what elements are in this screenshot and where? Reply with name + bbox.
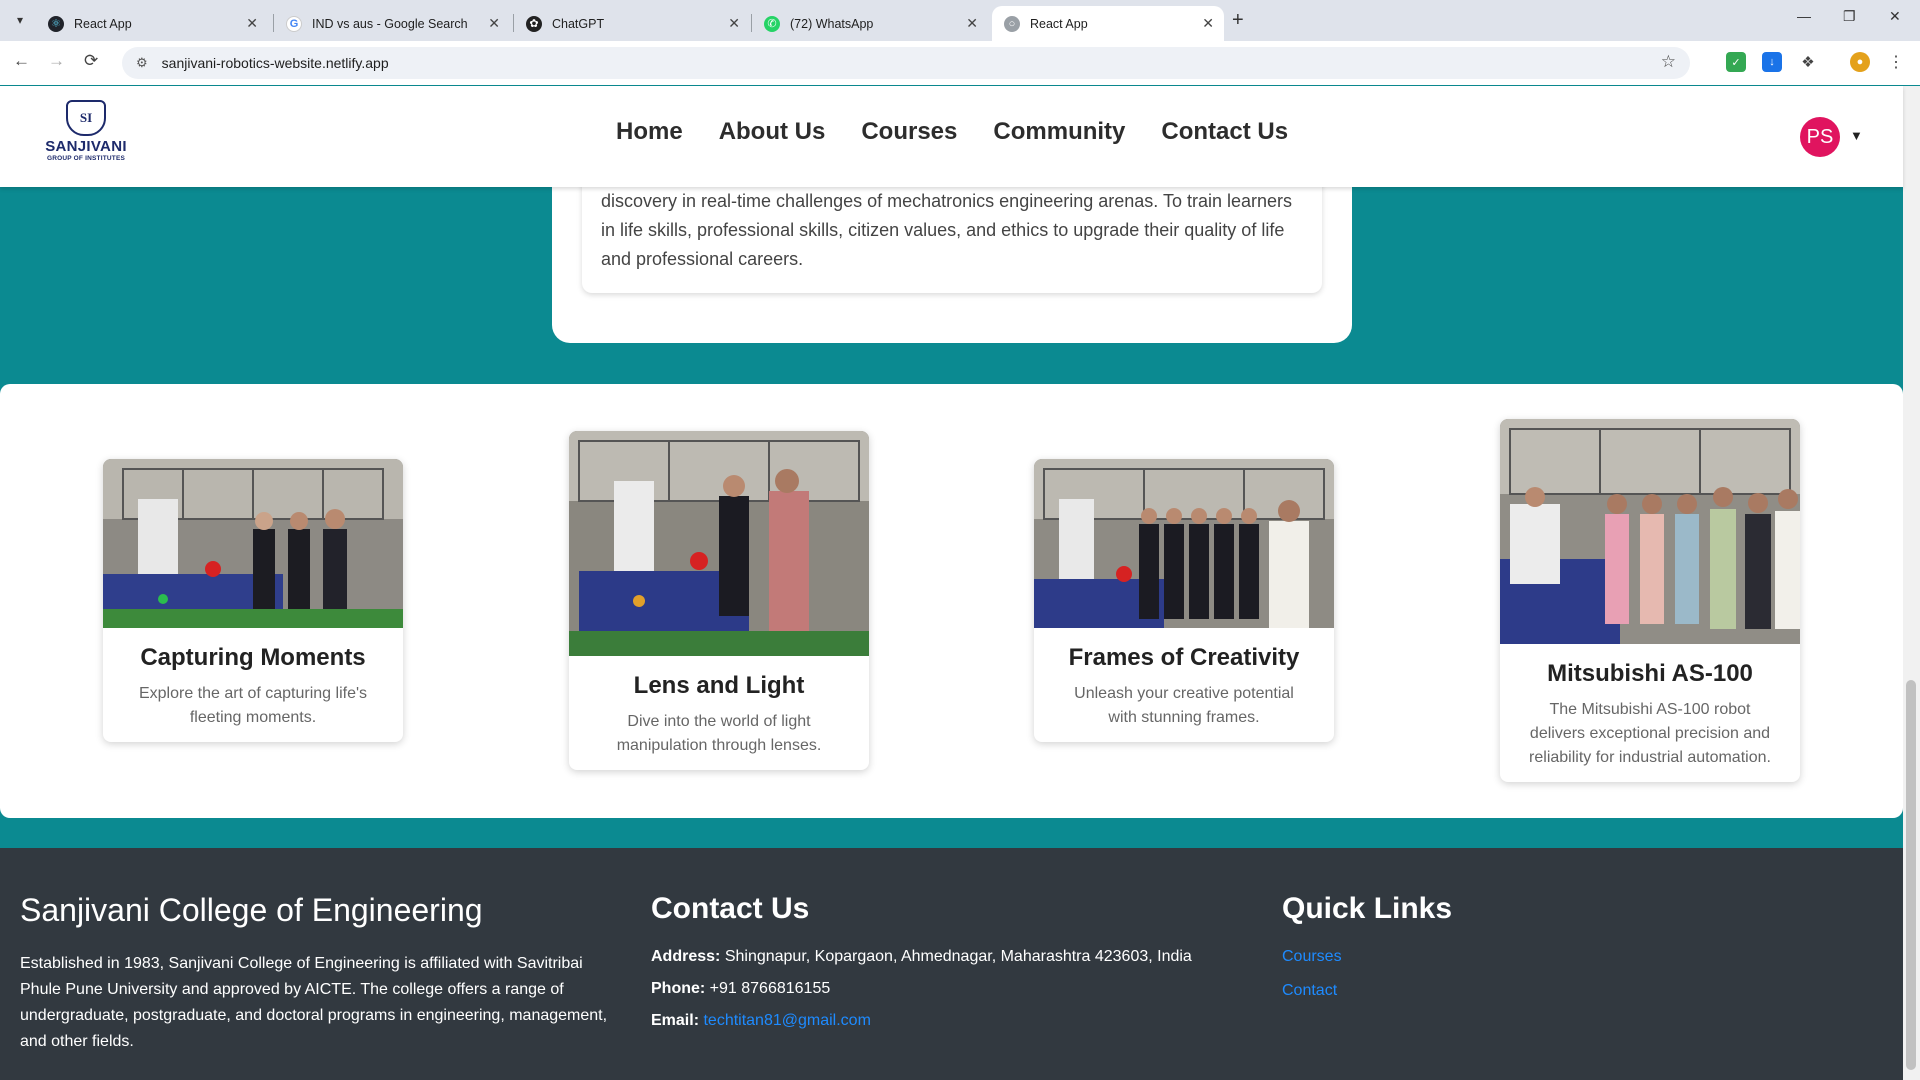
nav-courses[interactable]: Courses bbox=[861, 118, 957, 146]
close-icon[interactable]: ✕ bbox=[488, 15, 500, 32]
close-icon[interactable]: ✕ bbox=[246, 15, 258, 32]
url-text: sanjivani-robotics-website.netlify.app bbox=[161, 55, 389, 71]
browser-tab-active[interactable]: ○ React App ✕ bbox=[992, 6, 1224, 41]
gallery-card[interactable]: Lens and Light Dive into the world of li… bbox=[569, 431, 869, 770]
scrollbar-thumb[interactable] bbox=[1906, 680, 1916, 1070]
gallery-card[interactable]: Mitsubishi AS-100 The Mitsubishi AS-100 … bbox=[1500, 419, 1800, 782]
email-link[interactable]: techtitan81@gmail.com bbox=[703, 1012, 870, 1029]
minimize-button[interactable]: — bbox=[1797, 8, 1811, 24]
menu-kebab-icon[interactable]: ⋮ bbox=[1886, 52, 1906, 72]
address-bar[interactable]: ⚙ sanjivani-robotics-website.netlify.app… bbox=[122, 47, 1690, 79]
footer-about: Sanjivani College of Engineering Establi… bbox=[20, 892, 610, 1055]
card-title: Lens and Light bbox=[633, 672, 805, 699]
browser-tab[interactable]: G IND vs aus - Google Search ✕ bbox=[274, 6, 510, 41]
bookmark-star-icon[interactable]: ☆ bbox=[1661, 52, 1676, 72]
forward-button[interactable]: → bbox=[48, 51, 65, 71]
gallery-photo bbox=[103, 459, 403, 628]
gallery-card[interactable]: Capturing Moments Explore the art of cap… bbox=[103, 459, 403, 742]
nav-links: Home About Us Courses Community Contact … bbox=[616, 118, 1288, 146]
card-title: Mitsubishi AS-100 bbox=[1547, 660, 1753, 687]
browser-tab[interactable]: ✿ ChatGPT ✕ bbox=[514, 6, 750, 41]
gallery-photo bbox=[1034, 459, 1334, 628]
browser-tab-strip: ▾ ⚛ React App ✕ G IND vs aus - Google Se… bbox=[0, 0, 1920, 41]
footer-quick-links-title: Quick Links bbox=[1282, 892, 1453, 925]
sanjivani-logo[interactable]: SI SANJIVANI GROUP OF INSTITUTES bbox=[38, 100, 134, 170]
nav-home[interactable]: Home bbox=[616, 118, 683, 146]
footer-quick-links: Quick Links Courses Contact bbox=[1282, 892, 1452, 1000]
card-title: Capturing Moments bbox=[140, 644, 366, 671]
browser-tab[interactable]: ✆ (72) WhatsApp ✕ bbox=[752, 6, 988, 41]
mission-card: discovery in real-time challenges of mec… bbox=[552, 160, 1352, 343]
site-info-icon[interactable]: ⚙ bbox=[136, 55, 148, 71]
download-extension-icon[interactable]: ↓ bbox=[1762, 52, 1782, 72]
tab-title: React App bbox=[74, 16, 132, 31]
mission-text: discovery in real-time challenges of mec… bbox=[601, 191, 1293, 269]
react-icon: ⚛ bbox=[48, 15, 64, 32]
profile-icon[interactable]: ● bbox=[1850, 52, 1870, 72]
nav-community[interactable]: Community bbox=[993, 118, 1125, 146]
tab-title: (72) WhatsApp bbox=[790, 16, 874, 31]
footer-college-title: Sanjivani College of Engineering bbox=[20, 892, 483, 928]
whatsapp-icon: ✆ bbox=[764, 15, 780, 32]
user-avatar[interactable]: PS bbox=[1800, 117, 1840, 157]
google-icon: G bbox=[286, 15, 302, 32]
tab-title: React App bbox=[1030, 16, 1088, 31]
tab-title: IND vs aus - Google Search bbox=[312, 16, 468, 31]
gallery-photo bbox=[569, 431, 869, 656]
footer-phone: Phone: +91 8766816155 bbox=[651, 980, 831, 997]
window-close-button[interactable]: ✕ bbox=[1889, 8, 1901, 25]
browser-tab[interactable]: ⚛ React App ✕ bbox=[36, 6, 268, 41]
site-navbar: SI SANJIVANI GROUP OF INSTITUTES Home Ab… bbox=[0, 86, 1903, 187]
chatgpt-icon: ✿ bbox=[526, 15, 542, 32]
close-icon[interactable]: ✕ bbox=[728, 15, 740, 32]
close-icon[interactable]: ✕ bbox=[966, 15, 978, 32]
extensions-puzzle-icon[interactable]: ❖ bbox=[1798, 52, 1818, 72]
browser-toolbar: ← → ⟳ ⚙ sanjivani-robotics-website.netli… bbox=[0, 41, 1920, 85]
back-button[interactable]: ← bbox=[13, 51, 30, 71]
close-icon[interactable]: ✕ bbox=[1202, 15, 1214, 32]
footer-email: Email: techtitan81@gmail.com bbox=[651, 1012, 871, 1029]
footer-college-desc: Established in 1983, Sanjivani College o… bbox=[20, 955, 608, 1050]
restore-button[interactable]: ❐ bbox=[1843, 8, 1856, 25]
card-title: Frames of Creativity bbox=[1068, 644, 1300, 671]
chevron-down-icon[interactable]: ▼ bbox=[1850, 128, 1863, 143]
site-footer: Sanjivani College of Engineering Establi… bbox=[0, 848, 1903, 1080]
footer-contact: Contact Us Address: Shingnapur, Kopargao… bbox=[651, 892, 1192, 1030]
card-description: Explore the art of capturing life's flee… bbox=[138, 685, 368, 726]
card-description: Unleash your creative potential with stu… bbox=[1074, 685, 1294, 726]
globe-icon: ○ bbox=[1004, 15, 1020, 32]
gallery-section: Capturing Moments Explore the art of cap… bbox=[0, 384, 1903, 818]
logo-subtitle: GROUP OF INSTITUTES bbox=[46, 155, 126, 162]
logo-name: SANJIVANI bbox=[45, 138, 127, 155]
new-tab-button[interactable]: + bbox=[1232, 9, 1244, 32]
tab-title: ChatGPT bbox=[552, 16, 605, 31]
footer-address: Address: Shingnapur, Kopargaon, Ahmednag… bbox=[651, 948, 1192, 965]
quick-link-contact[interactable]: Contact bbox=[1282, 982, 1452, 1000]
card-description: The Mitsubishi AS-100 robot delivers exc… bbox=[1529, 701, 1771, 766]
nav-about-us[interactable]: About Us bbox=[719, 118, 826, 146]
gallery-photo bbox=[1500, 419, 1800, 644]
reload-button[interactable]: ⟳ bbox=[84, 51, 98, 71]
tab-search-button[interactable]: ▾ bbox=[8, 8, 32, 32]
card-description: Dive into the world of light manipulatio… bbox=[616, 713, 822, 754]
gallery-card[interactable]: Frames of Creativity Unleash your creati… bbox=[1034, 459, 1334, 742]
crest-icon: SI bbox=[66, 100, 106, 136]
quick-link-courses[interactable]: Courses bbox=[1282, 948, 1452, 966]
shield-extension-icon[interactable]: ✓ bbox=[1726, 52, 1746, 72]
nav-contact-us[interactable]: Contact Us bbox=[1161, 118, 1288, 146]
footer-contact-title: Contact Us bbox=[651, 892, 810, 925]
